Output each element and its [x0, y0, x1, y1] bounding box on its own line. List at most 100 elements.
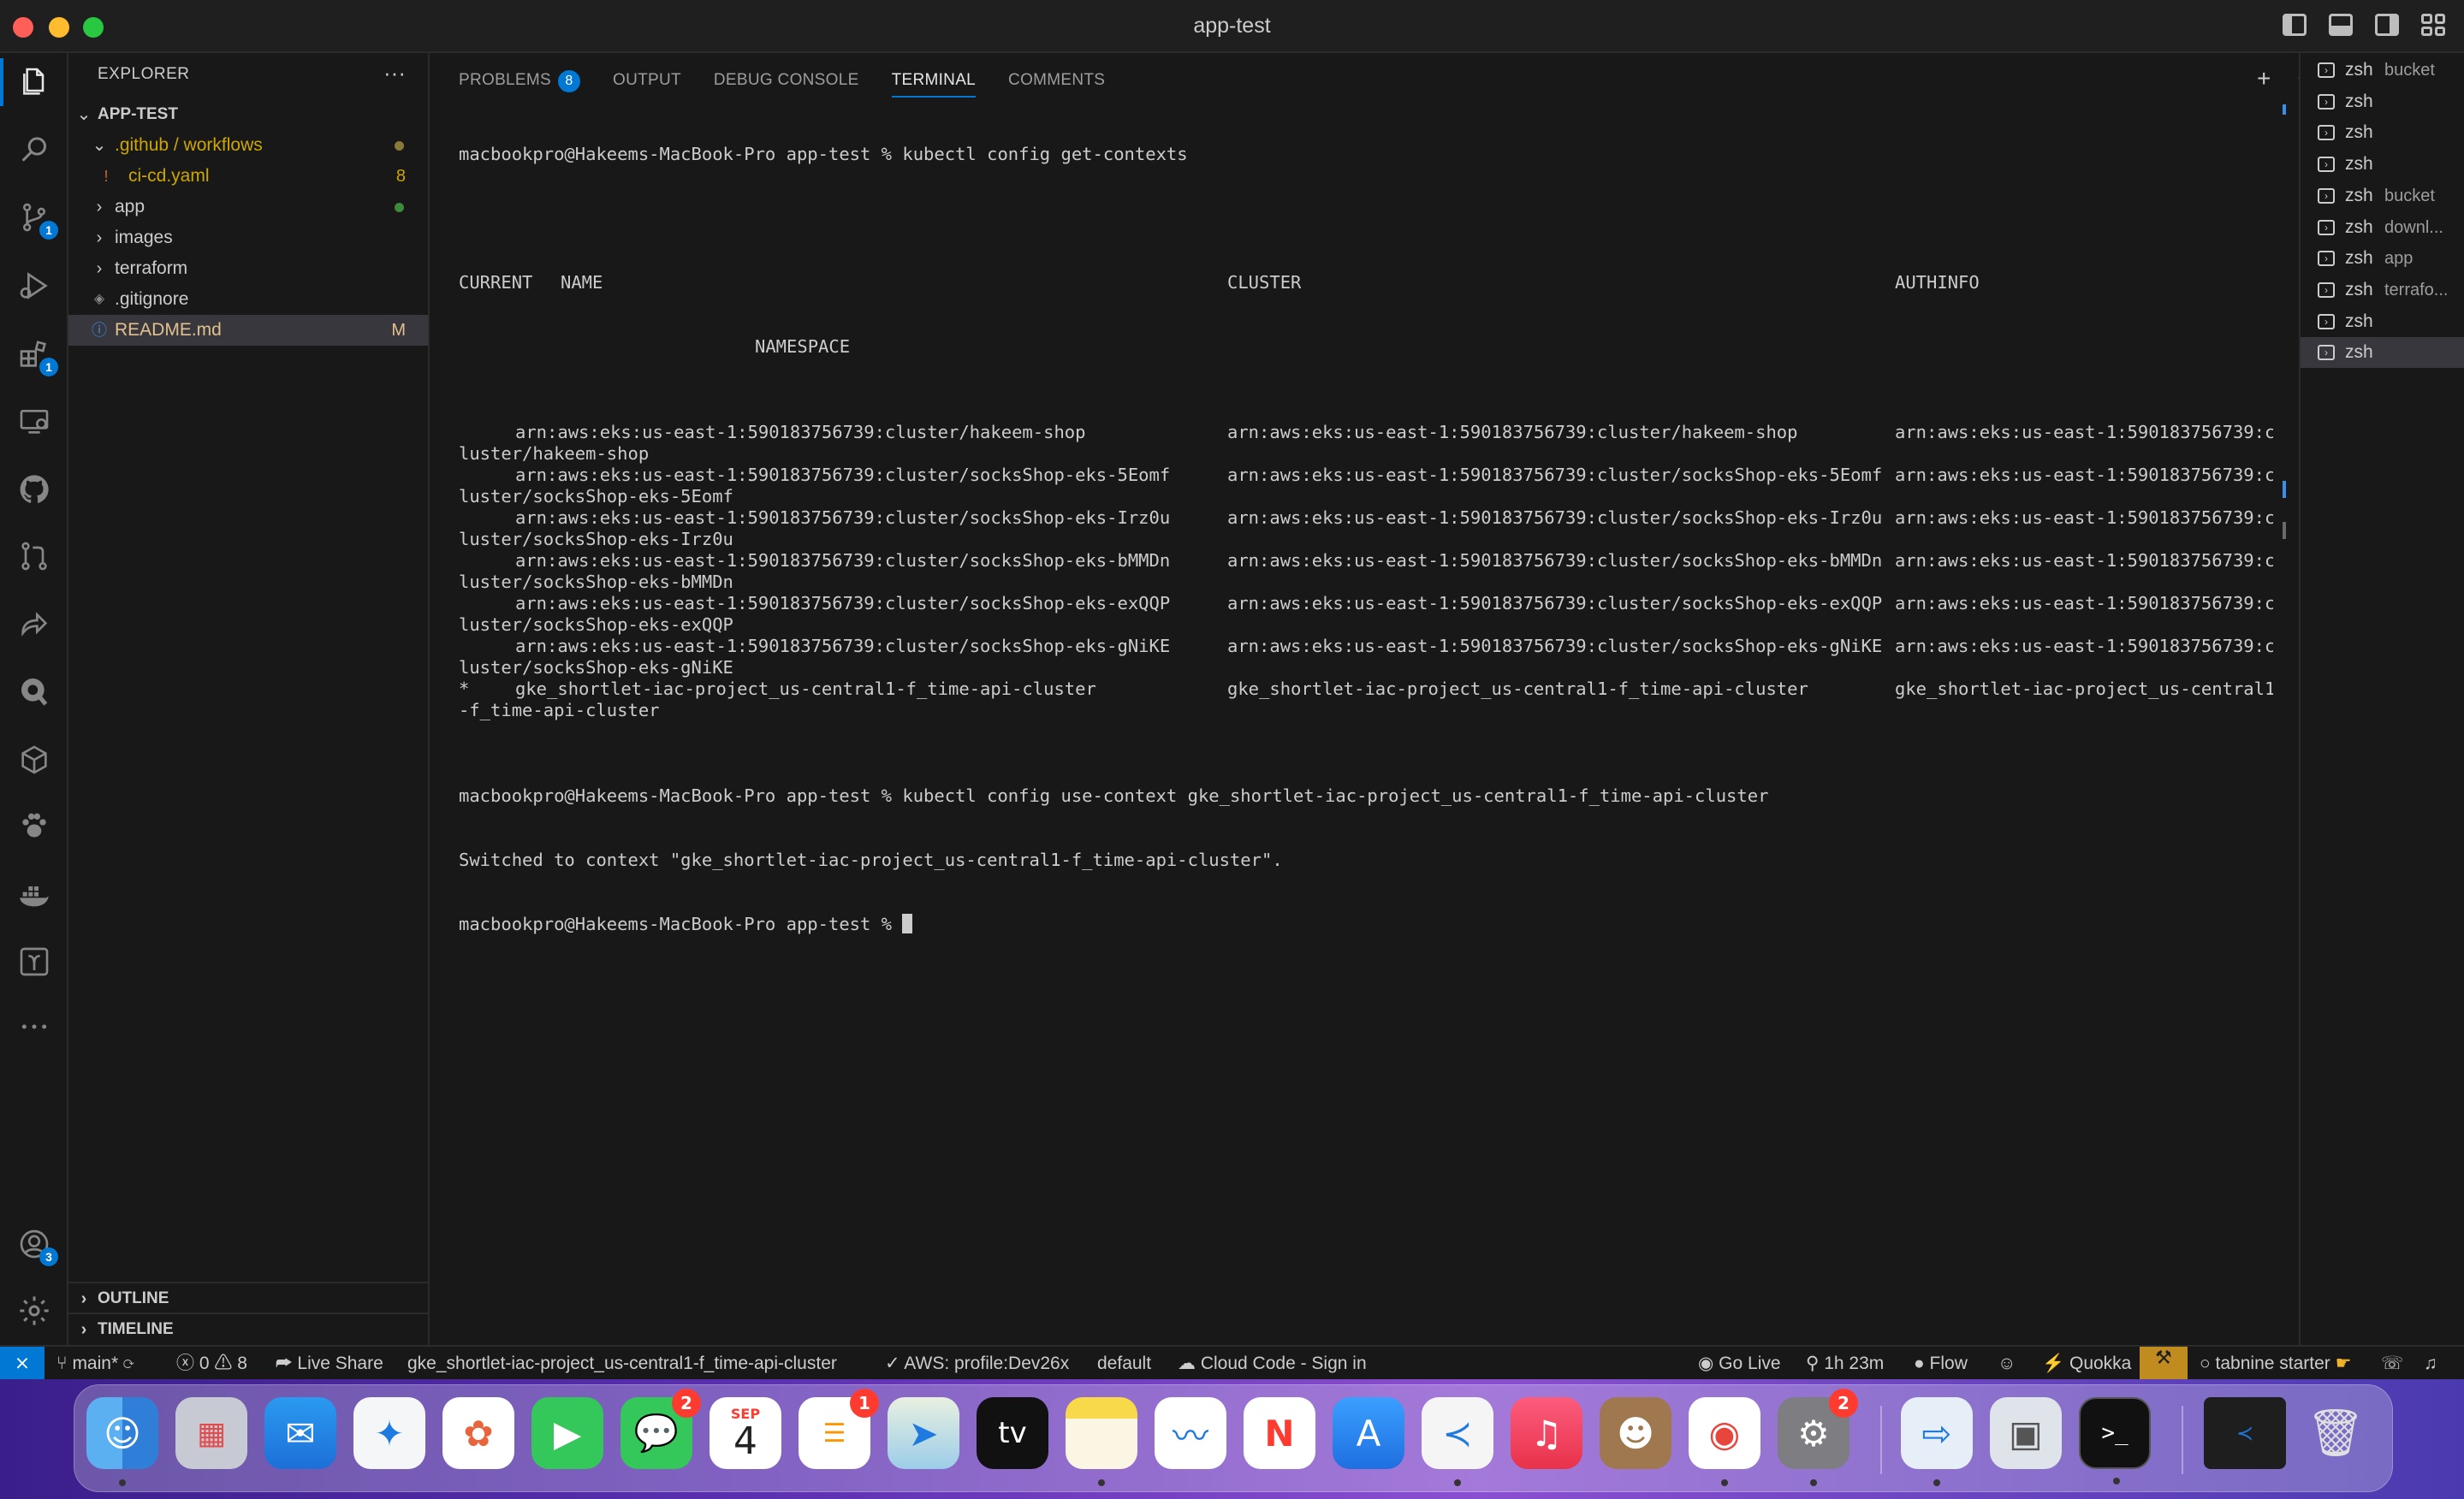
code-sandbox-icon[interactable] [15, 943, 53, 981]
terminal-tab-item[interactable]: › zsh [2301, 86, 2464, 117]
terminal-tab-item[interactable]: › zsh app [2301, 243, 2464, 274]
github-icon[interactable] [15, 471, 53, 508]
extensions-icon[interactable]: 1 [15, 335, 58, 376]
reminders-icon[interactable]: ☰ 1 [799, 1389, 879, 1469]
terminal-app-icon[interactable]: >_ [2079, 1397, 2151, 1484]
tab-terminal[interactable]: TERMINAL [891, 63, 977, 98]
more-views-icon[interactable] [15, 1008, 53, 1046]
terminal-tab-item[interactable]: › zsh [2301, 306, 2464, 337]
namespace-status[interactable]: default [1097, 1347, 1151, 1381]
search-icon[interactable] [15, 132, 53, 169]
explorer-icon[interactable] [0, 58, 53, 106]
messages-icon[interactable]: 💬 2 [620, 1389, 701, 1469]
debug-status[interactable]: ⚒ [2140, 1347, 2188, 1381]
facetime-icon[interactable]: ▶ [531, 1397, 603, 1469]
timeline-section[interactable]: › TIMELINE [68, 1312, 428, 1343]
tree-item-images[interactable]: › images [68, 222, 428, 253]
photos-icon[interactable]: ✿ [442, 1397, 514, 1469]
paw-icon[interactable] [15, 808, 53, 845]
workspace-root[interactable]: ⌄ APP-TEST [68, 99, 428, 130]
explorer-more-button[interactable]: ··· [383, 60, 406, 86]
go-live-status[interactable]: ◉ Go Live [1698, 1347, 1781, 1381]
preview-icon[interactable]: ▣ [1990, 1397, 2062, 1469]
outline-section[interactable]: › OUTLINE [68, 1282, 428, 1312]
docker-icon[interactable] [15, 876, 53, 914]
maps-icon[interactable]: ➤ [888, 1397, 959, 1469]
run-debug-icon[interactable] [15, 267, 53, 305]
wrapped-text: luster/socksShop-eks-gNiKE [459, 657, 733, 678]
freeform-icon[interactable]: 〰 [1155, 1397, 1226, 1469]
safari-icon[interactable]: ✦ [353, 1397, 425, 1469]
tabnine-status[interactable]: ○ tabnine starter ☛ [2200, 1347, 2351, 1381]
toggle-panel-icon[interactable] [2329, 14, 2353, 36]
mail-icon[interactable]: ✉ [264, 1397, 336, 1469]
source-control-icon[interactable]: 1 [15, 198, 58, 240]
tab-problems[interactable]: PROBLEMS 8 [459, 63, 580, 98]
remote-indicator[interactable]: ⨯ [0, 1347, 45, 1381]
tree-item-github-workflows[interactable]: ⌄ .github / workflows [68, 130, 428, 161]
timer-status[interactable]: ⚲ 1h 23m [1806, 1347, 1884, 1381]
terminal-name: zsh [2345, 311, 2373, 331]
toggle-primary-sidebar-icon[interactable] [2283, 14, 2307, 36]
calendar-icon[interactable]: SEP 4 [710, 1397, 781, 1469]
tree-item-readme[interactable]: ⓘ README.md M [68, 315, 428, 346]
terminal-output[interactable]: macbookpro@Hakeems-MacBook-Pro app-test … [459, 101, 2273, 1333]
notifications-bell-icon[interactable]: ♫ [2424, 1347, 2437, 1381]
remote-explorer-icon[interactable] [15, 402, 53, 440]
problems-status[interactable]: ⓧ 0 ⚠ 8 [176, 1347, 247, 1381]
terminal-tab-item[interactable]: › zsh bucket [2301, 181, 2464, 211]
apple-tv-icon[interactable]: tv [977, 1397, 1048, 1469]
branch-status[interactable]: ⑂ main* ⟳ [56, 1347, 134, 1381]
tab-output[interactable]: OUTPUT [613, 63, 681, 98]
tree-item-ci-cd-yaml[interactable]: ! ci-cd.yaml 8 [68, 161, 428, 192]
quokka-icon[interactable] [15, 672, 53, 710]
tree-item-gitignore[interactable]: ◈ .gitignore [68, 284, 428, 315]
copilot-icon[interactable]: ☺ [1998, 1347, 2016, 1381]
context-name: arn:aws:eks:us-east-1:590183756739:clust… [515, 550, 1171, 571]
tab-comments[interactable]: COMMENTS [1008, 63, 1105, 98]
tab-debug-console[interactable]: DEBUG CONSOLE [714, 63, 859, 98]
terminal-icon: › [2318, 251, 2335, 267]
wrapped-text: luster/socksShop-eks-bMMDn [459, 572, 733, 592]
flow-status[interactable]: ● Flow [1914, 1347, 1968, 1381]
trash-icon[interactable]: 🗑 [2300, 1397, 2372, 1469]
terminal-tab-item[interactable]: › zsh [2301, 117, 2464, 148]
tree-item-app[interactable]: › app [68, 192, 428, 222]
terminal-tab-item[interactable]: › zsh bucket [2301, 55, 2464, 86]
terminal-tab-item[interactable]: › zsh downl... [2301, 212, 2464, 243]
notes-icon[interactable] [1066, 1397, 1137, 1486]
terminal-tab-item[interactable]: › zsh [2301, 337, 2464, 369]
app-store-icon[interactable]: A [1333, 1397, 1404, 1469]
news-icon[interactable]: N [1244, 1397, 1315, 1469]
music-icon[interactable]: ♫ [1511, 1397, 1582, 1469]
branch-name: main* [72, 1354, 119, 1373]
new-terminal-button[interactable]: + [2257, 65, 2271, 93]
live-share-status[interactable]: ⮫ Live Share [276, 1347, 383, 1381]
terminal-description: app [2384, 249, 2414, 269]
tree-item-terraform[interactable]: › terraform [68, 253, 428, 284]
minimized-window-icon[interactable]: ≺ [2204, 1397, 2286, 1469]
terminal-tab-item[interactable]: › zsh [2301, 149, 2464, 180]
terminal-tab-item[interactable]: › zsh terrafo... [2301, 275, 2464, 305]
kubernetes-icon[interactable] [15, 741, 53, 779]
cloud-code-status[interactable]: ☁ Cloud Code - Sign in [1178, 1347, 1367, 1381]
contacts-icon[interactable]: ☻ [1600, 1397, 1671, 1469]
customize-layout-icon[interactable] [2421, 14, 2445, 36]
context-name: arn:aws:eks:us-east-1:590183756739:clust… [515, 422, 1086, 442]
live-share-icon[interactable] [15, 606, 53, 643]
aws-profile-status[interactable]: ✓ AWS: profile:Dev26x [885, 1347, 1069, 1381]
chrome-icon[interactable]: ◉ [1689, 1397, 1760, 1486]
settings-gear-icon[interactable] [15, 1292, 53, 1330]
launchpad-icon[interactable]: ▦ [175, 1397, 247, 1469]
feedback-icon[interactable]: ☏ [2381, 1347, 2403, 1381]
toggle-secondary-sidebar-icon[interactable] [2375, 14, 2399, 36]
migration-assistant-icon[interactable]: ⇨ [1901, 1397, 1973, 1486]
vscode-icon[interactable]: ≺ [1422, 1397, 1493, 1486]
system-settings-icon[interactable]: ⚙ 2 [1778, 1389, 1858, 1486]
accounts-icon[interactable]: 3 [15, 1225, 58, 1266]
kube-context-status[interactable]: gke_shortlet-iac-project_us-central1-f_t… [407, 1347, 837, 1381]
quokka-status[interactable]: ⚡ Quokka [2042, 1347, 2131, 1381]
pull-requests-icon[interactable] [15, 537, 53, 575]
terminal-description: bucket [2384, 186, 2435, 205]
finder-icon[interactable]: ☺ [86, 1397, 158, 1486]
